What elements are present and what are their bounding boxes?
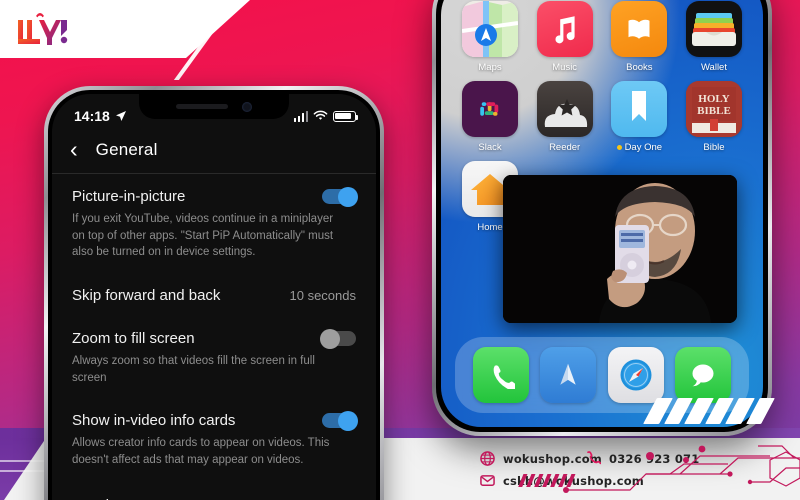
setting-row-watch-on-tv[interactable]: Watch on TV [52, 483, 376, 500]
phone-icon[interactable] [472, 347, 529, 403]
zoom-to-fill-screen-toggle[interactable] [320, 328, 356, 349]
wifi-icon [313, 110, 328, 120]
pip-video-frame [503, 175, 737, 323]
app-label: Reeder [549, 142, 581, 153]
app-label: Wallet [700, 62, 727, 73]
app-bible[interactable]: HOLY BIBLE Bible [683, 81, 745, 153]
diagonal-stripes-decoration [643, 398, 775, 424]
day-one-icon [611, 81, 668, 137]
messages-bubble-icon[interactable] [675, 347, 732, 403]
setting-label: Show in-video info cards [72, 412, 236, 430]
music-icon [536, 1, 593, 57]
books-icon [611, 1, 668, 57]
app-label: Slack [478, 142, 502, 153]
right-phone-device: Maps Music Books Wallet Slack Reeder Day… [432, 0, 772, 436]
settings-navbar: ‹ General [52, 132, 376, 174]
setting-description: Allows creator info cards to appear on v… [72, 437, 330, 467]
paper-plane-icon[interactable] [540, 347, 597, 403]
safari-compass-icon[interactable] [607, 347, 664, 403]
notification-dot-icon [616, 145, 622, 150]
setting-row-show-in-video-info-cards[interactable]: Show in-video info cards Allows creator … [52, 398, 376, 468]
ios-home-screen: Maps Music Books Wallet Slack Reeder Day… [441, 0, 763, 427]
reeder-icon [536, 81, 593, 137]
youtube-general-settings-screen: 14:18 ‹ General Picture-in-picture If yo… [52, 94, 376, 500]
app-row-2: Slack Reeder Day One HOLY BIBLE Bible [459, 81, 745, 153]
app-label: Home [477, 222, 503, 233]
app-slack[interactable]: Slack [459, 81, 521, 153]
setting-row-picture-in-picture[interactable]: Picture-in-picture If you exit YouTube, … [52, 174, 376, 261]
setting-description: If you exit YouTube, videos continue in … [72, 213, 334, 259]
svg-text:HOLY: HOLY [698, 93, 729, 105]
app-label: Music [552, 62, 578, 73]
show-info-cards-toggle[interactable] [322, 410, 358, 431]
app-label: Day One [616, 142, 662, 153]
app-reeder[interactable]: Reeder [534, 81, 596, 153]
wokushop-logo [14, 8, 76, 52]
wallet-icon [685, 1, 742, 57]
left-phone-device: 14:18 ‹ General Picture-in-picture If yo… [44, 86, 384, 500]
setting-label: Picture-in-picture [72, 188, 186, 205]
circuit-decoration [518, 445, 800, 493]
status-bar: 14:18 [52, 94, 376, 132]
setting-row-skip-forward-and-back[interactable]: Skip forward and back 10 seconds [52, 273, 376, 304]
setting-label: Zoom to fill screen [72, 330, 195, 348]
location-arrow-icon [115, 111, 126, 121]
settings-list: Picture-in-picture If you exit YouTube, … [52, 174, 376, 500]
app-label: Maps [478, 62, 502, 73]
page-title: General [95, 139, 158, 159]
app-music[interactable]: Music [534, 1, 596, 73]
picture-in-picture-video[interactable] [503, 175, 737, 323]
cellular-signal-icon [293, 110, 308, 122]
setting-label: Skip forward and back [72, 287, 221, 305]
app-wallet[interactable]: Wallet [683, 1, 745, 73]
app-label: Bible [703, 142, 725, 153]
setting-description: Always zoom so that videos fill the scre… [72, 355, 315, 384]
app-row-1: Maps Music Books Wallet [459, 1, 745, 73]
app-day-one[interactable]: Day One [608, 81, 670, 153]
app-maps[interactable]: Maps [459, 1, 521, 73]
slack-icon [462, 81, 518, 137]
app-books[interactable]: Books [608, 1, 670, 73]
status-bar-time: 14:18 [74, 108, 110, 124]
svg-text:BIBLE: BIBLE [697, 105, 731, 117]
setting-row-zoom-to-fill-screen[interactable]: Zoom to fill screen Always zoom so that … [52, 316, 376, 386]
battery-icon [333, 110, 359, 122]
maps-icon [462, 1, 518, 57]
picture-in-picture-toggle[interactable] [322, 186, 358, 207]
app-label: Books [626, 62, 653, 73]
back-chevron-icon[interactable]: ‹ [70, 138, 78, 161]
setting-value: 10 seconds [289, 288, 357, 304]
bible-icon: HOLY BIBLE [685, 81, 742, 137]
